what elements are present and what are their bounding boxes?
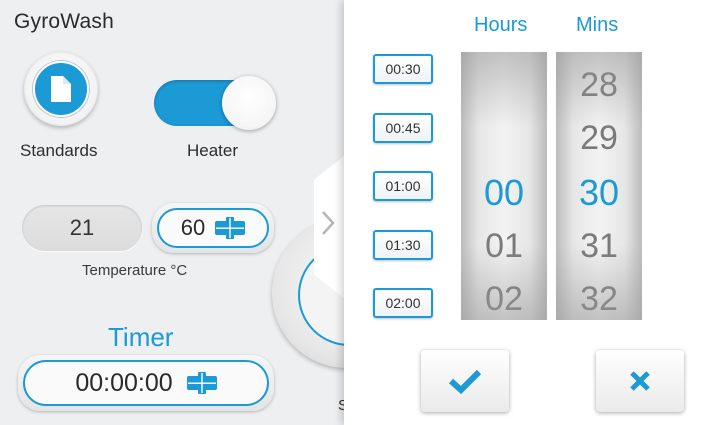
confirm-button[interactable]	[421, 350, 509, 412]
hours-next2: 02	[485, 280, 523, 318]
mins-prev: 29	[580, 119, 618, 157]
mins-prev2: 28	[580, 66, 618, 104]
heater-toggle[interactable]	[154, 76, 276, 130]
temperature-setpoint-value: 60	[180, 215, 206, 240]
standards-button[interactable]	[24, 52, 98, 126]
mins-header: Mins	[576, 14, 619, 36]
close-icon	[630, 371, 650, 391]
mins-next: 31	[580, 227, 618, 265]
temperature-current-value: 21	[22, 205, 142, 251]
chevron-right-icon[interactable]	[320, 210, 336, 243]
hours-header: Hours	[474, 14, 528, 36]
hours-selected: 00	[483, 172, 525, 213]
hours-next: 01	[485, 227, 523, 265]
temperature-setpoint-field[interactable]: 60	[152, 203, 274, 253]
preset-button[interactable]: 01:30	[373, 230, 433, 260]
mins-next2: 32	[580, 280, 618, 318]
plus-minus-stepper-icon[interactable]	[215, 217, 246, 239]
toggle-knob[interactable]	[222, 76, 276, 130]
standards-label: Standards	[20, 141, 98, 160]
mins-drum[interactable]: 28 29 30 31 32	[556, 52, 642, 320]
cancel-button[interactable]	[596, 350, 684, 412]
app-title: GyroWash	[14, 10, 115, 33]
heater-label: Heater	[187, 141, 239, 160]
preset-button[interactable]: 02:00	[373, 288, 433, 318]
plus-minus-stepper-icon[interactable]	[186, 372, 217, 394]
check-icon	[448, 369, 482, 395]
temperature-label: Temperature °C	[82, 262, 188, 279]
document-icon	[51, 76, 71, 102]
preset-button[interactable]: 01:00	[373, 171, 433, 201]
temperature-setpoint-inner: 60	[157, 208, 269, 248]
timer-value: 00:00:00	[75, 368, 173, 397]
timer-label: Timer	[108, 322, 174, 352]
timer-field[interactable]: 00:00:00	[18, 355, 274, 411]
timer-field-inner: 00:00:00	[23, 360, 269, 406]
mins-selected: 30	[578, 172, 620, 213]
preset-button[interactable]: 00:30	[373, 54, 433, 84]
standards-button-face	[33, 61, 89, 117]
preset-button[interactable]: 00:45	[373, 113, 433, 143]
hours-drum[interactable]: 00 01 02	[461, 52, 547, 320]
